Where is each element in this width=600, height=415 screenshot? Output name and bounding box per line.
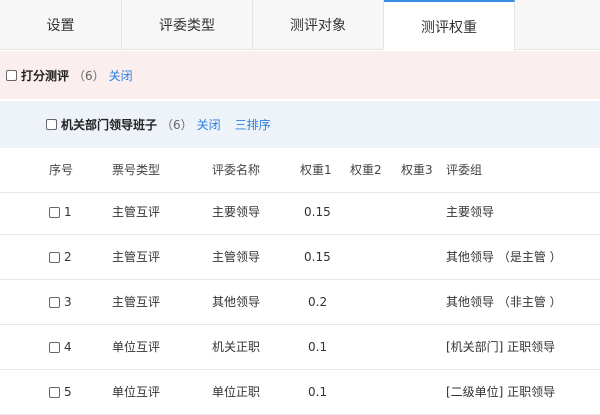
row-seq: 2 [49, 235, 72, 279]
group-section: 机关部门领导班子 （6） 关闭 三排序 [0, 101, 600, 148]
row-name: 其他领导 [212, 295, 261, 309]
row-name: 主要领导 [212, 205, 261, 219]
row-type: 单位互评 [112, 340, 161, 354]
row-group: [二级单位] 正职领导 [446, 385, 556, 399]
header-seq: 序号 [49, 163, 74, 177]
tab-bar: 设置 评委类型 测评对象 测评权重 [0, 0, 600, 51]
header-type: 票号类型 [112, 163, 161, 177]
tab-judge-type[interactable]: 评委类型 [122, 0, 253, 50]
row-seq-number: 5 [64, 385, 72, 399]
tab-settings[interactable]: 设置 [0, 0, 122, 50]
row-seq-number: 3 [64, 295, 72, 309]
table-row: 5 单位互评 单位正职 0.1 [二级单位] 正职领导 [0, 370, 600, 415]
row-checkbox[interactable] [49, 296, 60, 308]
row-weight1: 0.1 [308, 340, 328, 354]
tab-eval-target-label: 测评对象 [290, 18, 346, 34]
tab-eval-weight[interactable]: 测评权重 [384, 0, 515, 51]
score-eval-title: 打分测评 [21, 68, 70, 83]
row-name: 单位正职 [212, 385, 261, 399]
row-weight1: 0.2 [308, 295, 328, 309]
row-seq: 1 [49, 190, 72, 234]
row-group: 主要领导 [446, 205, 495, 219]
row-checkbox[interactable] [49, 386, 60, 398]
row-type: 主管互评 [112, 295, 161, 309]
table-row: 4 单位互评 机关正职 0.1 [机关部门] 正职领导 [0, 325, 600, 370]
row-group: [机关部门] 正职领导 [446, 340, 556, 354]
tab-judge-type-label: 评委类型 [159, 18, 215, 34]
header-group: 评委组 [446, 163, 483, 177]
score-eval-checkbox[interactable] [6, 69, 17, 81]
header-weight1: 权重1 [300, 163, 332, 177]
row-seq: 4 [49, 325, 72, 369]
row-checkbox[interactable] [49, 341, 60, 353]
group-close-link[interactable]: 关闭 [197, 116, 221, 133]
row-seq-number: 1 [64, 205, 72, 219]
table-row: 1 主管互评 主要领导 0.15 主要领导 [0, 190, 600, 235]
row-weight1: 0.15 [304, 205, 331, 219]
row-name: 机关正职 [212, 340, 261, 354]
header-weight2: 权重2 [350, 163, 382, 177]
row-group: 其他领导 （非主管 ） [446, 295, 562, 309]
group-count: （6） [161, 118, 193, 132]
tab-eval-weight-label: 测评权重 [421, 19, 477, 36]
group-checkbox[interactable] [46, 119, 57, 130]
score-eval-section: 打分测评 （6） 关闭 [0, 51, 600, 99]
row-checkbox[interactable] [49, 206, 60, 218]
group-sort-link[interactable]: 三排序 [235, 116, 271, 133]
row-name: 主管领导 [212, 250, 261, 264]
row-type: 单位互评 [112, 385, 161, 399]
tab-eval-target[interactable]: 测评对象 [253, 0, 384, 50]
score-eval-count: （6） [73, 68, 105, 83]
row-weight1: 0.15 [304, 250, 331, 264]
row-seq-number: 2 [64, 250, 72, 264]
row-seq-number: 4 [64, 340, 72, 354]
table-row: 3 主管互评 其他领导 0.2 其他领导 （非主管 ） [0, 280, 600, 325]
row-type: 主管互评 [112, 205, 161, 219]
row-group: 其他领导 （是主管 ） [446, 250, 562, 264]
header-weight3: 权重3 [401, 163, 433, 177]
tab-settings-label: 设置 [46, 18, 75, 34]
row-type: 主管互评 [112, 250, 161, 264]
table-row: 2 主管互评 主管领导 0.15 其他领导 （是主管 ） [0, 235, 600, 280]
table-header: 序号 票号类型 评委名称 权重1 权重2 权重3 评委组 [0, 148, 600, 193]
row-checkbox[interactable] [49, 251, 60, 263]
row-weight1: 0.1 [308, 385, 328, 399]
score-eval-close-link[interactable]: 关闭 [109, 67, 133, 84]
row-seq: 3 [49, 280, 72, 324]
header-name: 评委名称 [212, 163, 261, 177]
row-seq: 5 [49, 370, 72, 414]
group-title: 机关部门领导班子 [61, 118, 158, 132]
